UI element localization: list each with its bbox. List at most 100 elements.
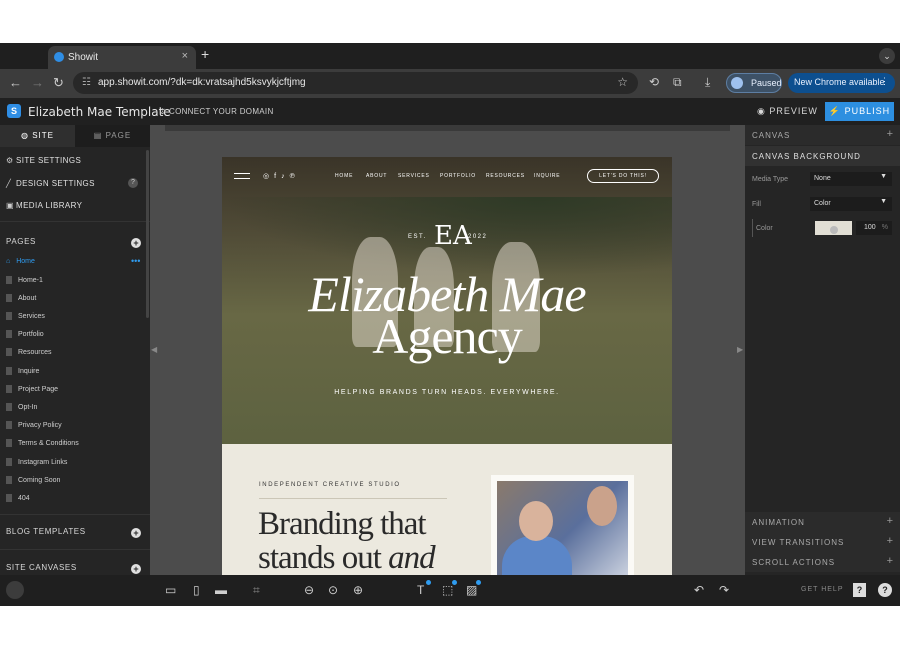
- tab-close-icon[interactable]: ×: [182, 50, 188, 62]
- blog-templates-header[interactable]: BLOG TEMPLATES: [6, 527, 86, 536]
- site-canvases-header[interactable]: SITE CANVASES: [6, 563, 77, 572]
- page-item[interactable]: Terms & Conditions: [6, 439, 79, 457]
- site-cta-button[interactable]: LET'S DO THIS!: [587, 169, 659, 183]
- add-shape-icon[interactable]: ⬚: [442, 580, 457, 597]
- instagram-icon[interactable]: ◎: [263, 173, 274, 180]
- address-bar[interactable]: ☷ app.showit.com/?dk=dk:vratsajhd5ksvykj…: [73, 72, 638, 94]
- canvas-section-header[interactable]: CANVAS +: [745, 125, 900, 145]
- site-nav-resources[interactable]: RESOURCES: [486, 173, 525, 179]
- color-picker-icon: [829, 226, 838, 234]
- globe-icon: ◍: [21, 131, 33, 140]
- page-item-home[interactable]: ⌂ Home: [6, 258, 35, 276]
- page-item[interactable]: About: [6, 294, 36, 312]
- site-nav-services[interactable]: SERVICES: [398, 173, 430, 179]
- pinterest-icon[interactable]: ℗: [290, 173, 300, 180]
- add-image-icon[interactable]: ▨: [466, 580, 481, 597]
- tab-page[interactable]: ▤ PAGE: [75, 125, 150, 147]
- zoom-fit-icon[interactable]: ⊙: [328, 583, 338, 597]
- site-nav-home[interactable]: HOME: [335, 173, 353, 179]
- hamburger-menu-icon[interactable]: [234, 173, 250, 179]
- page-item[interactable]: Inquire: [6, 367, 39, 385]
- bookmark-star-icon[interactable]: ☆: [617, 75, 628, 89]
- media-type-select[interactable]: None ▼: [810, 172, 892, 186]
- media-icon[interactable]: ⟲: [649, 75, 659, 89]
- connect-domain-button[interactable]: ⚙ CONNECT YOUR DOMAIN: [159, 107, 274, 116]
- site-info-icon[interactable]: ☷: [82, 77, 91, 88]
- add-page-icon[interactable]: +: [131, 238, 141, 248]
- page-label: Portfolio: [18, 330, 44, 338]
- redo-icon[interactable]: ↷: [719, 583, 729, 597]
- animation-header[interactable]: ANIMATION +: [745, 512, 900, 532]
- page-label: Terms & Conditions: [18, 439, 79, 447]
- add-site-canvas-icon[interactable]: +: [131, 564, 141, 574]
- plus-icon[interactable]: +: [887, 515, 894, 527]
- intro-photo[interactable]: [497, 481, 628, 575]
- profile-paused-button[interactable]: Paused: [726, 73, 782, 93]
- browser-tab[interactable]: Showit ×: [48, 46, 196, 69]
- page-item[interactable]: Home-1: [6, 276, 43, 294]
- ruler: [165, 125, 730, 131]
- tab-search-icon[interactable]: ⌄: [879, 48, 895, 64]
- collapse-right-icon[interactable]: ▶: [737, 345, 743, 354]
- desktop-mobile-view-icon[interactable]: ▭: [165, 583, 176, 597]
- mobile-view-icon[interactable]: ▯: [193, 583, 200, 597]
- back-arrow-icon[interactable]: ←: [9, 75, 22, 90]
- chrome-menu-icon[interactable]: ⋮: [880, 76, 889, 87]
- media-library-item[interactable]: ▣ MEDIA LIBRARY: [6, 201, 82, 210]
- canvas-background-header[interactable]: CANVAS BACKGROUND: [745, 146, 900, 166]
- help-chat-icon[interactable]: ?: [878, 583, 892, 597]
- new-tab-button[interactable]: +: [201, 46, 209, 62]
- plus-icon[interactable]: +: [887, 555, 894, 567]
- add-blog-template-icon[interactable]: +: [131, 528, 141, 538]
- color-swatch[interactable]: [815, 221, 852, 235]
- page-item[interactable]: Privacy Policy: [6, 421, 62, 439]
- plus-icon[interactable]: +: [887, 128, 894, 140]
- grid-icon[interactable]: ⌗: [253, 583, 260, 598]
- page-item[interactable]: Resources: [6, 348, 51, 366]
- site-nav-inquire[interactable]: INQUIRE: [534, 173, 560, 179]
- add-text-icon[interactable]: T: [417, 580, 431, 597]
- desktop-view-icon[interactable]: ▬: [215, 583, 227, 597]
- user-avatar[interactable]: [6, 581, 24, 599]
- page-item[interactable]: Portfolio: [6, 330, 44, 348]
- design-settings-item[interactable]: ╱ DESIGN SETTINGS: [6, 179, 95, 188]
- undo-icon[interactable]: ↶: [694, 583, 704, 597]
- page-item[interactable]: Services: [6, 312, 45, 330]
- page-item[interactable]: Instagram Links: [6, 458, 67, 476]
- opacity-unit: %: [881, 224, 888, 231]
- media-type-label: Media Type: [752, 176, 789, 183]
- social-icons[interactable]: ◎f♪℗: [263, 172, 300, 180]
- publish-button[interactable]: ⚡ PUBLISH: [825, 102, 894, 121]
- zoom-out-icon[interactable]: ⊖: [304, 583, 314, 597]
- forward-arrow-icon[interactable]: →: [31, 75, 44, 90]
- page-item[interactable]: Coming Soon: [6, 476, 60, 494]
- page-item[interactable]: Project Page: [6, 385, 58, 403]
- opacity-input[interactable]: 100%: [856, 221, 892, 235]
- view-transitions-header[interactable]: VIEW TRANSITIONS +: [745, 532, 900, 552]
- download-icon[interactable]: ⤓: [705, 75, 710, 90]
- tiktok-icon[interactable]: ♪: [281, 173, 290, 180]
- zoom-in-icon[interactable]: ⊕: [353, 583, 363, 597]
- plus-icon[interactable]: +: [887, 535, 894, 547]
- page-item[interactable]: Opt-In: [6, 403, 37, 421]
- help-docs-icon[interactable]: ?: [853, 583, 866, 597]
- page-options-icon[interactable]: •••: [131, 256, 140, 266]
- fill-select[interactable]: Color ▼: [810, 197, 892, 211]
- page-label: About: [18, 294, 37, 302]
- reload-icon[interactable]: ↻: [53, 75, 64, 91]
- pages-header: PAGES: [6, 237, 36, 246]
- page-item[interactable]: 404: [6, 494, 30, 512]
- tab-title: Showit: [68, 52, 99, 63]
- left-panel-scrollbar[interactable]: [146, 150, 149, 318]
- scroll-actions-header[interactable]: SCROLL ACTIONS +: [745, 552, 900, 572]
- site-nav-portfolio[interactable]: PORTFOLIO: [440, 173, 476, 179]
- new-chrome-button[interactable]: New Chrome available ⋮: [788, 73, 895, 93]
- tab-site[interactable]: ◍ SITE: [0, 125, 75, 147]
- extensions-icon[interactable]: ⧉: [673, 75, 682, 90]
- preview-button[interactable]: ◉ PREVIEW: [757, 106, 818, 117]
- site-settings-item[interactable]: ⚙ SITE SETTINGS: [6, 156, 81, 165]
- site-nav-about[interactable]: ABOUT: [366, 173, 387, 179]
- collapse-left-icon[interactable]: ◀: [151, 345, 157, 354]
- help-icon[interactable]: ?: [128, 178, 138, 188]
- get-help-button[interactable]: GET HELP: [801, 586, 844, 593]
